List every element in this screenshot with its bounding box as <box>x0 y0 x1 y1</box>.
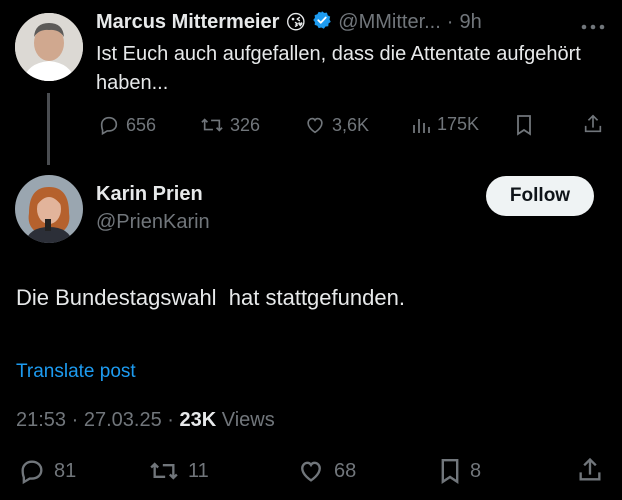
tweet-text: Die Bundestagswahl hat stattgefunden. <box>16 285 405 310</box>
author-handle[interactable]: @MMitter... <box>338 11 441 34</box>
views-count: 23K <box>179 409 217 431</box>
avatar-marcus-mittermeier[interactable] <box>15 13 83 81</box>
like-button[interactable]: 68 <box>296 457 356 485</box>
author-name[interactable]: Karin Prien <box>96 183 203 206</box>
tweet-date[interactable]: 27.03.25 <box>84 409 162 431</box>
thread-connector-line <box>47 93 50 165</box>
author-name[interactable]: Marcus Mittermeier <box>96 11 279 34</box>
reply-icon <box>21 460 43 485</box>
reply-icon <box>100 116 118 136</box>
repost-count: 326 <box>230 114 261 135</box>
separator-dot: · <box>446 11 454 33</box>
repost-icon <box>150 462 178 480</box>
heart-icon <box>307 117 323 134</box>
author-emoji: 😘 <box>285 12 307 34</box>
reply-button[interactable]: 81 <box>18 457 76 485</box>
share-icon <box>579 457 601 481</box>
like-button[interactable]: 3,6K <box>304 114 369 136</box>
heart-icon <box>301 461 321 482</box>
tweet-time[interactable]: 9h <box>459 11 481 34</box>
repost-button[interactable]: 11 <box>148 457 209 485</box>
reply-button[interactable]: 656 <box>98 114 156 136</box>
like-count: 3,6K <box>332 114 370 135</box>
tweet-meta: 21:53 · 27.03.25 · 23K Views <box>16 409 275 431</box>
translate-post-link[interactable]: Translate post <box>16 361 136 383</box>
repost-count: 11 <box>188 459 209 482</box>
reply-tweet-text: Ist Euch auch aufgefallen, dass die Atte… <box>96 43 581 94</box>
author-handle[interactable]: @PrienKarin <box>96 211 210 234</box>
avatar-image <box>15 175 83 243</box>
bookmark-button[interactable] <box>514 114 534 136</box>
analytics-icon <box>413 118 430 133</box>
repost-button[interactable]: 326 <box>200 114 260 136</box>
share-button[interactable] <box>582 113 604 135</box>
tweet-time[interactable]: 21:53 <box>16 409 66 431</box>
follow-button[interactable]: Follow <box>486 176 594 216</box>
more-options-icon[interactable] <box>580 18 606 36</box>
reply-count: 656 <box>126 114 157 135</box>
reply-tweet-header: Marcus Mittermeier 😘 @MMitter... · 9h <box>96 10 482 35</box>
bookmark-icon <box>517 115 531 136</box>
bookmark-count: 8 <box>470 459 482 482</box>
views-button[interactable]: 175K <box>411 114 479 135</box>
share-button[interactable] <box>576 456 604 484</box>
reply-count: 81 <box>54 459 77 482</box>
bookmark-button[interactable]: 8 <box>438 457 481 485</box>
repost-icon <box>201 118 223 132</box>
share-icon <box>584 114 602 133</box>
like-count: 68 <box>334 459 357 482</box>
bookmark-icon <box>441 459 459 485</box>
avatar-image <box>15 13 83 81</box>
verified-badge-icon <box>312 10 332 35</box>
views-label: Views <box>221 409 275 431</box>
views-count: 175K <box>437 114 480 134</box>
avatar-karin-prien[interactable] <box>15 175 83 243</box>
